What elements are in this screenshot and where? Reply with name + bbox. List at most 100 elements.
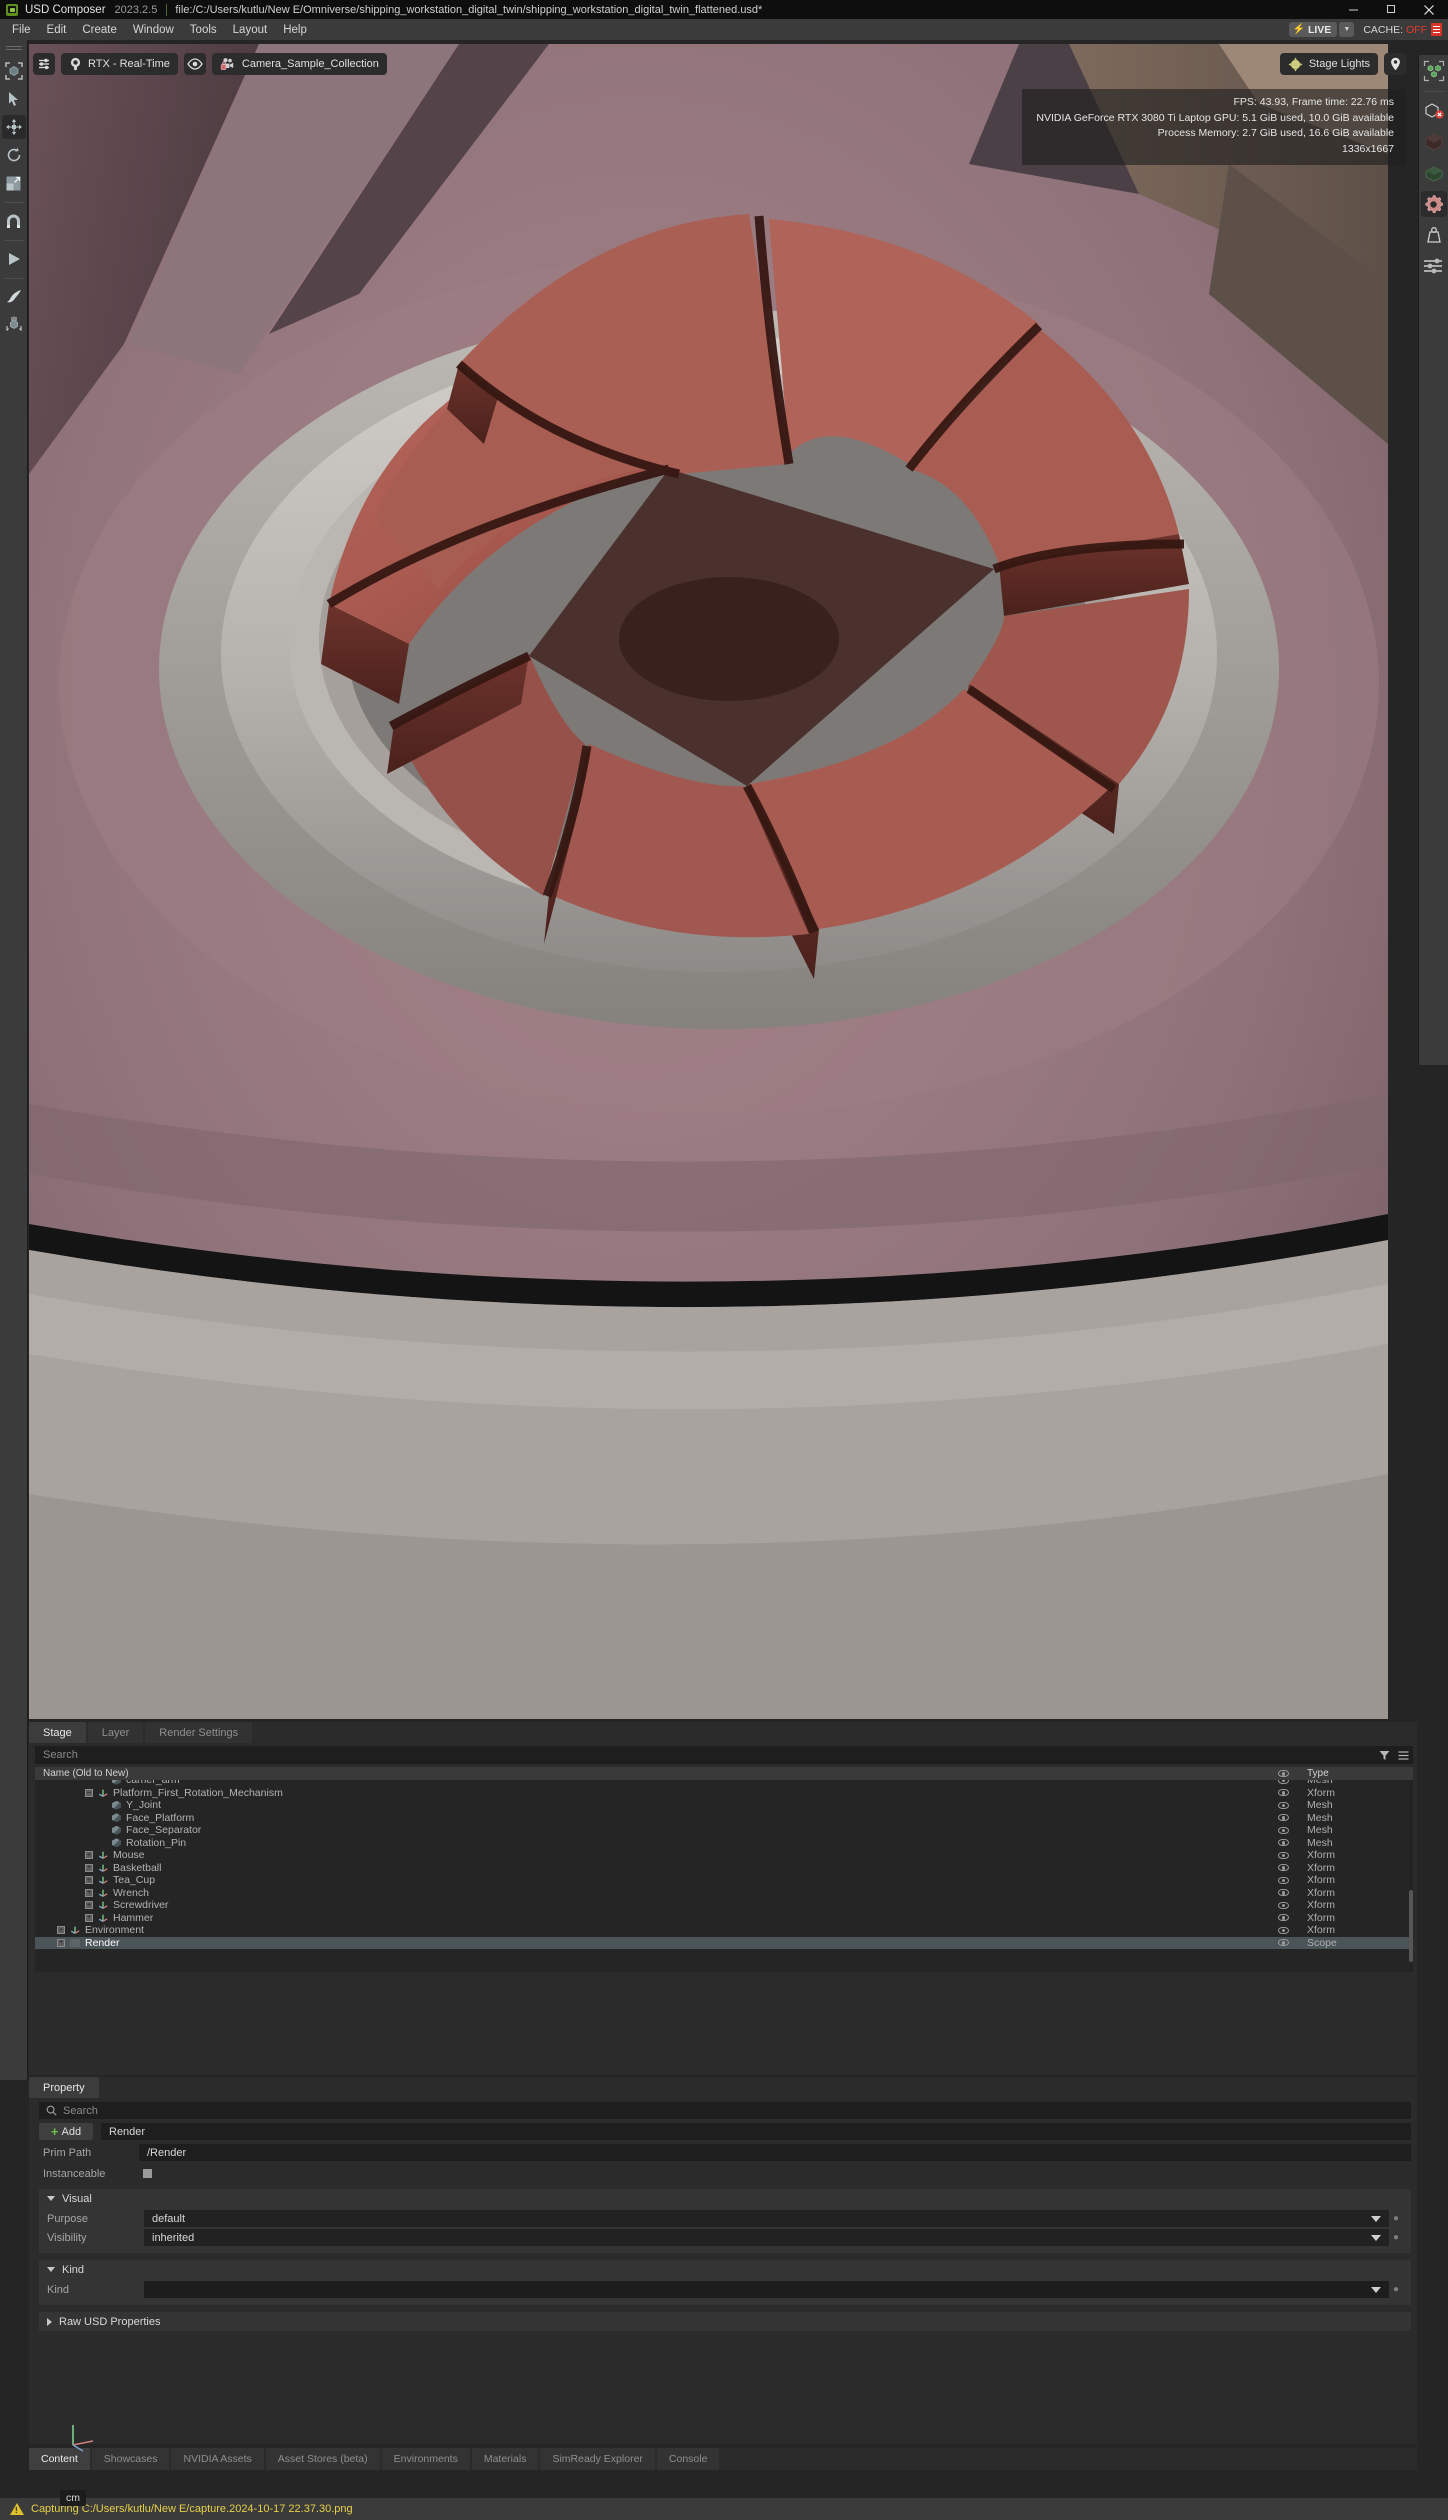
stage-row-visibility-toggle[interactable] [1263, 1926, 1303, 1934]
add-property-button[interactable]: + Add [39, 2123, 93, 2140]
table-row[interactable]: + Basketball Xform [35, 1862, 1413, 1875]
stage-row-visibility-toggle[interactable] [1263, 1876, 1303, 1884]
table-row[interactable]: + Render Scope [35, 1936, 1413, 1949]
minimize-button[interactable] [1334, 0, 1372, 19]
bottom-tab-simready-explorer[interactable]: SimReady Explorer [540, 2448, 655, 2470]
table-row[interactable]: carrier_arm Mesh [35, 1780, 1413, 1787]
viewport-settings-button[interactable] [33, 53, 55, 75]
stage-row-visibility-toggle[interactable] [1263, 1914, 1303, 1922]
green-cube-icon[interactable] [1421, 160, 1447, 186]
stage-tree[interactable]: carrier_arm Mesh – Platform_First_Rotation_… [35, 1780, 1413, 1972]
expand-icon[interactable]: + [85, 1888, 93, 1897]
bottom-tab-materials[interactable]: Materials [471, 2448, 539, 2470]
menu-edit[interactable]: Edit [39, 19, 75, 40]
table-row[interactable]: + Mouse Xform [35, 1849, 1413, 1862]
menu-layout[interactable]: Layout [225, 19, 276, 40]
table-row[interactable]: Y_Joint Mesh [35, 1799, 1413, 1812]
paint-brush-icon[interactable] [2, 285, 26, 309]
raw-usd-properties-group[interactable]: Raw USD Properties [39, 2312, 1411, 2331]
menu-help[interactable]: Help [275, 19, 315, 40]
stage-search-input[interactable]: Search [35, 1746, 1413, 1764]
table-row[interactable]: + Environment Xform [35, 1924, 1413, 1937]
stage-row-visibility-toggle[interactable] [1263, 1864, 1303, 1872]
property-search-input[interactable]: Search [39, 2102, 1411, 2119]
bottom-tab-nvidia-assets[interactable]: NVIDIA Assets [171, 2448, 264, 2470]
table-row[interactable]: + Screwdriver Xform [35, 1899, 1413, 1912]
multi-object-icon[interactable] [1421, 58, 1447, 84]
renderer-selector-button[interactable]: RTX - Real-Time [61, 53, 178, 75]
kind-dropdown[interactable] [144, 2281, 1389, 2298]
table-row[interactable]: + Hammer Xform [35, 1912, 1413, 1925]
tab-render-settings[interactable]: Render Settings [145, 1722, 253, 1743]
table-row[interactable]: Face_Platform Mesh [35, 1812, 1413, 1825]
stage-row-visibility-toggle[interactable] [1263, 1939, 1303, 1947]
prim-path-field[interactable]: /Render [139, 2144, 1411, 2161]
collapse-icon[interactable]: – [85, 1788, 93, 1797]
weight-icon[interactable] [1421, 222, 1447, 248]
camera-selector-button[interactable]: Camera_Sample_Collection [211, 53, 387, 75]
bottom-tab-console[interactable]: Console [656, 2448, 720, 2470]
visibility-reset-dot[interactable]: ● [1389, 2232, 1403, 2243]
bottom-tab-asset-stores-beta[interactable]: Asset Stores (beta) [265, 2448, 380, 2470]
hide-object-icon[interactable] [1421, 98, 1447, 124]
sliders-icon[interactable] [1421, 253, 1447, 279]
snap-magnet-icon[interactable] [2, 209, 26, 233]
expand-icon[interactable]: + [85, 1863, 93, 1872]
stage-row-visibility-toggle[interactable] [1263, 1780, 1303, 1784]
kind-group-header[interactable]: Kind [39, 2260, 1411, 2279]
live-toggle-button[interactable]: ⚡ LIVE [1288, 22, 1338, 37]
stage-row-visibility-toggle[interactable] [1263, 1889, 1303, 1897]
expand-icon[interactable]: + [57, 1938, 65, 1947]
chevron-down-icon[interactable]: ▼ [1339, 22, 1355, 37]
kind-reset-dot[interactable]: ● [1389, 2284, 1403, 2295]
stage-row-visibility-toggle[interactable] [1263, 1814, 1303, 1822]
scale-tool-icon[interactable] [2, 171, 26, 195]
stage-row-visibility-toggle[interactable] [1263, 1801, 1303, 1809]
prim-name-field[interactable]: Render [101, 2123, 1411, 2140]
stage-row-visibility-toggle[interactable] [1263, 1901, 1303, 1909]
visibility-dropdown[interactable]: inherited [144, 2229, 1389, 2246]
play-icon[interactable] [2, 247, 26, 271]
viewport-visibility-button[interactable] [183, 53, 206, 75]
purpose-dropdown[interactable]: default [144, 2210, 1389, 2227]
dark-cube-icon[interactable] [1421, 129, 1447, 155]
expand-icon[interactable]: + [57, 1926, 65, 1935]
maximize-button[interactable] [1372, 0, 1410, 19]
menu-window[interactable]: Window [125, 19, 182, 40]
menu-file[interactable]: File [4, 19, 39, 40]
cache-document-icon[interactable] [1431, 23, 1442, 36]
column-header-type[interactable]: Type [1303, 1768, 1413, 1779]
close-button[interactable] [1410, 0, 1448, 19]
viewport-marker-button[interactable] [1384, 53, 1406, 75]
table-row[interactable]: Rotation_Pin Mesh [35, 1837, 1413, 1850]
menu-tools[interactable]: Tools [182, 19, 225, 40]
expand-icon[interactable]: + [85, 1913, 93, 1922]
table-row[interactable]: – Platform_First_Rotation_Mechanism Xform [35, 1787, 1413, 1800]
visual-group-header[interactable]: Visual [39, 2189, 1411, 2208]
instanceable-checkbox[interactable] [143, 2169, 152, 2178]
stage-tree-scrollbar[interactable] [1409, 1780, 1413, 1972]
physics-drop-icon[interactable] [2, 313, 26, 337]
move-tool-icon[interactable] [1, 115, 26, 139]
arrow-select-icon[interactable] [2, 87, 26, 111]
bottom-tab-showcases[interactable]: Showcases [91, 2448, 170, 2470]
tab-layer[interactable]: Layer [87, 1722, 144, 1743]
bottom-tab-environments[interactable]: Environments [381, 2448, 470, 2470]
stage-row-visibility-toggle[interactable] [1263, 1826, 1303, 1834]
column-header-name[interactable]: Name (Old to New) [35, 1768, 1263, 1779]
expand-icon[interactable]: + [85, 1851, 93, 1860]
stage-row-visibility-toggle[interactable] [1263, 1851, 1303, 1859]
table-row[interactable]: Face_Separator Mesh [35, 1824, 1413, 1837]
tab-stage[interactable]: Stage [29, 1722, 86, 1743]
toolbar-drag-handle[interactable] [5, 46, 22, 53]
purpose-reset-dot[interactable]: ● [1389, 2213, 1403, 2224]
viewport-3d[interactable] [29, 44, 1388, 1719]
selection-mode-icon[interactable] [2, 59, 26, 83]
stage-row-visibility-toggle[interactable] [1263, 1789, 1303, 1797]
expand-icon[interactable]: + [85, 1901, 93, 1910]
tab-property[interactable]: Property [29, 2077, 99, 2098]
menu-create[interactable]: Create [74, 19, 125, 40]
gear-icon[interactable] [1420, 191, 1447, 217]
stage-lights-button[interactable]: Stage Lights [1279, 53, 1378, 75]
table-row[interactable]: + Tea_Cup Xform [35, 1874, 1413, 1887]
